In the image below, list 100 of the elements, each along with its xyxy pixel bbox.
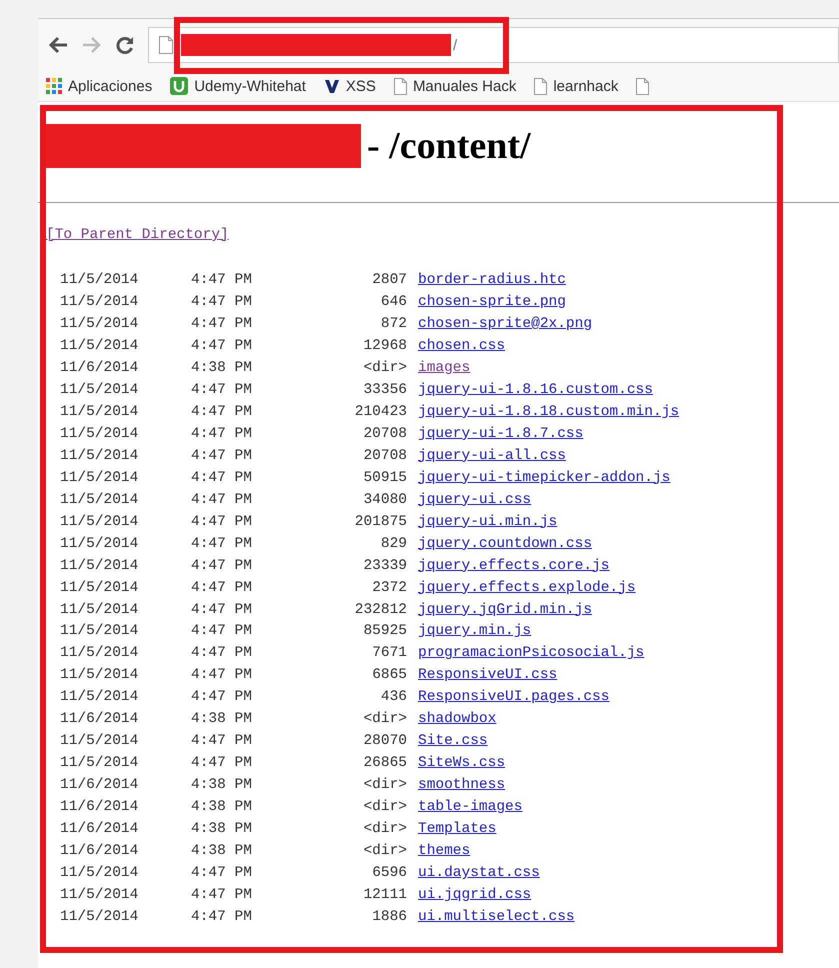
file-link[interactable]: jquery.effects.core.js: [418, 558, 610, 574]
time-text: 4:47 PM: [191, 887, 253, 904]
date-text: 11/5/2014: [60, 689, 140, 706]
bookmark[interactable]: XSS: [324, 78, 376, 94]
size-text: <dir>: [362, 821, 407, 838]
page-icon: [159, 36, 173, 54]
file-link[interactable]: jquery.jqGrid.min.js: [418, 602, 592, 618]
time-text: 4:47 PM: [191, 294, 253, 310]
time-text: 4:38 PM: [191, 821, 253, 838]
size-text: 20708: [362, 426, 407, 442]
date-text: 11/6/2014: [60, 777, 140, 794]
time-text: 4:47 PM: [191, 733, 253, 750]
file-link[interactable]: images: [418, 360, 470, 376]
bookmark[interactable]: Udemy-Whitehat: [170, 77, 306, 95]
parent-directory-link[interactable]: [To Parent Directory]: [46, 227, 229, 243]
file-link[interactable]: Templates: [418, 821, 496, 838]
date-text: 11/5/2014: [60, 470, 140, 486]
file-link[interactable]: chosen.css: [418, 338, 506, 354]
file-link[interactable]: programacionPsicosocial.js: [418, 645, 644, 662]
file-link[interactable]: jquery-ui-1.8.18.custom.min.js: [418, 404, 680, 420]
date-text: 11/5/2014: [60, 755, 140, 772]
file-link[interactable]: jquery.effects.explode.js: [418, 580, 636, 596]
file-link[interactable]: chosen-sprite@2x.png: [418, 316, 592, 332]
size-text: 7671: [371, 645, 407, 662]
size-text: 12111: [362, 887, 407, 904]
date-text: 11/5/2014: [60, 272, 140, 288]
u-logo-icon: [170, 77, 188, 95]
file-link[interactable]: jquery.countdown.css: [418, 536, 592, 552]
file-link[interactable]: border-radius.htc: [418, 272, 566, 288]
date-text: 11/5/2014: [60, 382, 140, 398]
date-text: 11/5/2014: [60, 623, 140, 640]
date-text: 11/5/2014: [60, 514, 140, 530]
time-text: 4:47 PM: [191, 602, 253, 618]
file-link[interactable]: jquery-ui-all.css: [418, 448, 566, 464]
time-text: 4:38 PM: [191, 799, 253, 816]
bookmark[interactable]: [636, 78, 650, 94]
date-text: 11/5/2014: [60, 316, 140, 332]
file-link[interactable]: shadowbox: [418, 711, 496, 728]
date-text: 11/5/2014: [60, 909, 140, 926]
size-text: <dir>: [362, 843, 407, 860]
file-link[interactable]: jquery.min.js: [418, 623, 532, 640]
file-link[interactable]: jquery-ui-1.8.7.css: [418, 426, 584, 442]
date-text: 11/5/2014: [60, 404, 140, 420]
time-text: 4:47 PM: [191, 404, 253, 420]
time-text: 4:47 PM: [191, 448, 253, 464]
back-button[interactable]: [48, 36, 68, 54]
page-icon: [534, 78, 548, 94]
size-text: 26865: [362, 755, 407, 772]
size-text: 23339: [362, 558, 407, 574]
time-text: 4:47 PM: [191, 316, 253, 332]
v-logo-icon: [324, 78, 340, 94]
time-text: 4:47 PM: [191, 689, 253, 706]
date-text: 11/5/2014: [60, 602, 140, 618]
size-text: 20708: [362, 448, 407, 464]
size-text: <dir>: [362, 799, 407, 816]
file-link[interactable]: smoothness: [418, 777, 506, 794]
bookmark[interactable]: learnhack: [534, 78, 618, 94]
page-icon: [636, 78, 650, 94]
date-text: 11/5/2014: [60, 558, 140, 574]
file-link[interactable]: jquery-ui-1.8.16.custom.css: [418, 382, 653, 398]
date-text: 11/6/2014: [60, 843, 140, 860]
file-link[interactable]: jquery-ui-timepicker-addon.js: [418, 470, 670, 486]
bookmark[interactable]: Aplicaciones: [46, 78, 152, 94]
time-text: 4:47 PM: [191, 514, 253, 530]
time-text: 4:47 PM: [191, 755, 253, 772]
reload-button[interactable]: [116, 36, 134, 54]
size-text: <dir>: [362, 360, 407, 376]
size-text: 1886: [371, 909, 407, 926]
size-text: 34080: [362, 492, 407, 508]
address-bar[interactable]: /: [148, 27, 839, 63]
file-link[interactable]: jquery-ui.css: [418, 492, 532, 508]
file-link[interactable]: ui.daystat.css: [418, 865, 540, 882]
size-text: 646: [380, 294, 407, 310]
size-text: 12968: [362, 338, 407, 354]
date-text: 11/6/2014: [60, 799, 140, 816]
file-link[interactable]: ResponsiveUI.css: [418, 667, 558, 684]
size-text: 829: [380, 536, 407, 552]
time-text: 4:47 PM: [191, 426, 253, 442]
file-link[interactable]: ui.jqgrid.css: [418, 887, 532, 904]
file-link[interactable]: ui.multiselect.css: [418, 909, 575, 926]
file-link[interactable]: Site.css: [418, 733, 488, 750]
size-text: 6865: [371, 667, 407, 684]
file-link[interactable]: table-images: [418, 799, 522, 816]
time-text: 4:47 PM: [191, 382, 253, 398]
bookmark[interactable]: Manuales Hack: [394, 78, 516, 94]
file-link[interactable]: chosen-sprite.png: [418, 294, 566, 310]
time-text: 4:38 PM: [191, 843, 253, 860]
file-link[interactable]: SiteWs.css: [418, 755, 506, 772]
time-text: 4:47 PM: [191, 338, 253, 354]
file-link[interactable]: themes: [418, 843, 470, 860]
file-link[interactable]: jquery-ui.min.js: [418, 514, 558, 530]
size-text: 28070: [362, 733, 407, 750]
apps-grid-icon: [46, 78, 62, 94]
size-text: 2372: [371, 580, 407, 596]
time-text: 4:47 PM: [191, 536, 253, 552]
file-link[interactable]: ResponsiveUI.pages.css: [418, 689, 610, 706]
size-text: 50915: [362, 470, 407, 486]
time-text: 4:47 PM: [191, 645, 253, 662]
time-text: 4:47 PM: [191, 667, 253, 684]
time-text: 4:38 PM: [191, 777, 253, 794]
